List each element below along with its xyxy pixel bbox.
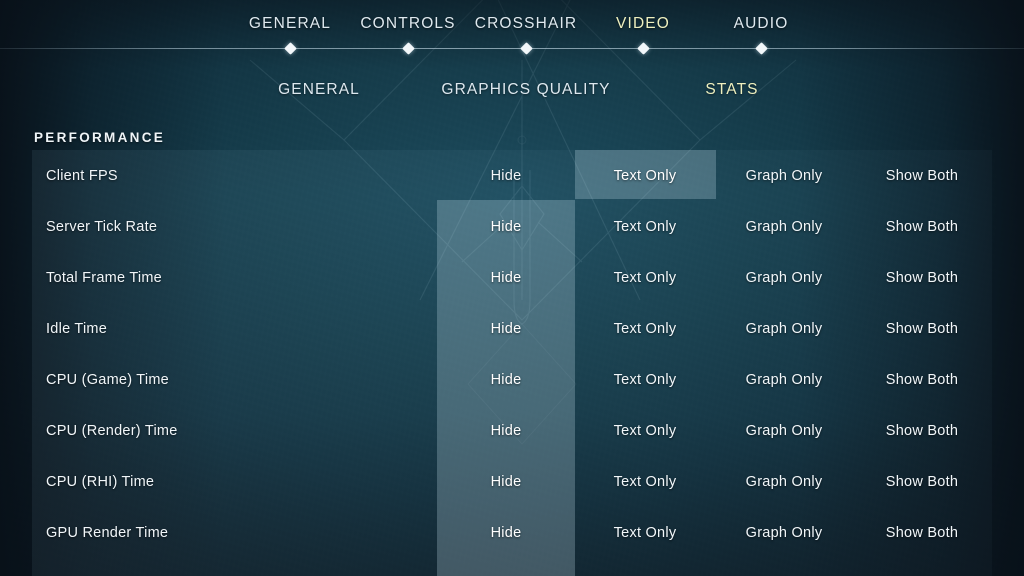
option-show-both[interactable]: Show Both xyxy=(886,423,958,439)
option-text-only[interactable]: Text Only xyxy=(614,423,677,439)
row-label: Server Tick Rate xyxy=(46,218,158,235)
table-row[interactable]: CPU (Game) Time Hide Text Only Graph Only Sh… xyxy=(32,354,992,405)
option-show-both[interactable]: Show Both xyxy=(886,219,958,235)
option-text-only[interactable]: Text Only xyxy=(614,372,677,388)
option-show-both[interactable]: Show Both xyxy=(886,525,958,541)
tab-general[interactable]: GENERAL xyxy=(249,15,331,33)
option-hide[interactable]: Hide xyxy=(491,474,522,490)
option-show-both[interactable]: Show Both xyxy=(886,372,958,388)
option-text-only[interactable]: Text Only xyxy=(614,321,677,337)
tab-audio[interactable]: AUDIO xyxy=(734,15,789,33)
option-graph-only[interactable]: Graph Only xyxy=(746,525,823,541)
tab-crosshair[interactable]: CROSSHAIR xyxy=(475,15,578,33)
table-row[interactable]: CPU (Render) Time Hide Text Only Graph Only… xyxy=(32,405,992,456)
option-graph-only[interactable]: Graph Only xyxy=(746,219,823,235)
option-hide[interactable]: Hide xyxy=(491,219,522,235)
option-show-both[interactable]: Show Both xyxy=(886,321,958,337)
row-label: CPU (Game) Time xyxy=(46,371,169,388)
option-hide[interactable]: Hide xyxy=(491,321,522,337)
settings-screen: GENERAL CONTROLS CROSSHAIR VIDEO AUDIO G… xyxy=(0,0,1024,576)
tab-video[interactable]: VIDEO xyxy=(616,15,670,33)
option-show-both[interactable]: Show Both xyxy=(886,168,958,184)
option-text-only[interactable]: Text Only xyxy=(614,525,677,541)
option-hide[interactable]: Hide xyxy=(491,372,522,388)
option-text-only[interactable]: Text Only xyxy=(614,219,677,235)
option-show-both[interactable]: Show Both xyxy=(886,270,958,286)
table-row[interactable]: GPU Render Time Hide Text Only Graph Only Sh… xyxy=(32,507,992,558)
row-label: Idle Time xyxy=(46,320,108,337)
option-hide[interactable]: Hide xyxy=(491,270,522,286)
option-text-only[interactable]: Text Only xyxy=(614,270,677,286)
tab-divider-line xyxy=(0,48,1024,49)
option-graph-only[interactable]: Graph Only xyxy=(746,168,823,184)
row-label: CPU (Render) Time xyxy=(46,422,178,439)
table-row[interactable]: Total Frame Time Hide Text Only Graph Only S… xyxy=(32,252,992,303)
option-show-both[interactable]: Show Both xyxy=(886,474,958,490)
subtab-graphics-quality[interactable]: GRAPHICS QUALITY xyxy=(441,81,610,99)
option-text-only[interactable]: Text Only xyxy=(614,474,677,490)
subtab-general[interactable]: GENERAL xyxy=(278,81,360,99)
performance-settings-table: Client FPS Hide Text Only Graph Only Show Bo… xyxy=(32,150,992,576)
option-hide[interactable]: Hide xyxy=(491,168,522,184)
option-graph-only[interactable]: Graph Only xyxy=(746,474,823,490)
option-graph-only[interactable]: Graph Only xyxy=(746,270,823,286)
row-label: CPU (RHI) Time xyxy=(46,473,155,490)
option-hide[interactable]: Hide xyxy=(491,525,522,541)
option-graph-only[interactable]: Graph Only xyxy=(746,423,823,439)
row-label: Client FPS xyxy=(46,167,118,184)
option-graph-only[interactable]: Graph Only xyxy=(746,372,823,388)
top-tab-bar: GENERAL CONTROLS CROSSHAIR VIDEO AUDIO xyxy=(0,0,1024,49)
option-text-only[interactable]: Text Only xyxy=(614,168,677,184)
tab-controls[interactable]: CONTROLS xyxy=(360,15,455,33)
table-row[interactable]: Server Tick Rate Hide Text Only Graph Only S… xyxy=(32,201,992,252)
row-label: GPU Render Time xyxy=(46,524,169,541)
table-row[interactable]: Client FPS Hide Text Only Graph Only Show Bo… xyxy=(32,150,992,201)
option-graph-only[interactable]: Graph Only xyxy=(746,321,823,337)
subtab-stats[interactable]: STATS xyxy=(705,81,758,99)
table-row[interactable]: CPU (RHI) Time Hide Text Only Graph Only Sho… xyxy=(32,456,992,507)
option-hide[interactable]: Hide xyxy=(491,423,522,439)
row-label: Total Frame Time xyxy=(46,269,162,286)
table-row[interactable]: Idle Time Hide Text Only Graph Only Show Bot… xyxy=(32,303,992,354)
section-header-performance: PERFORMANCE xyxy=(34,130,166,145)
